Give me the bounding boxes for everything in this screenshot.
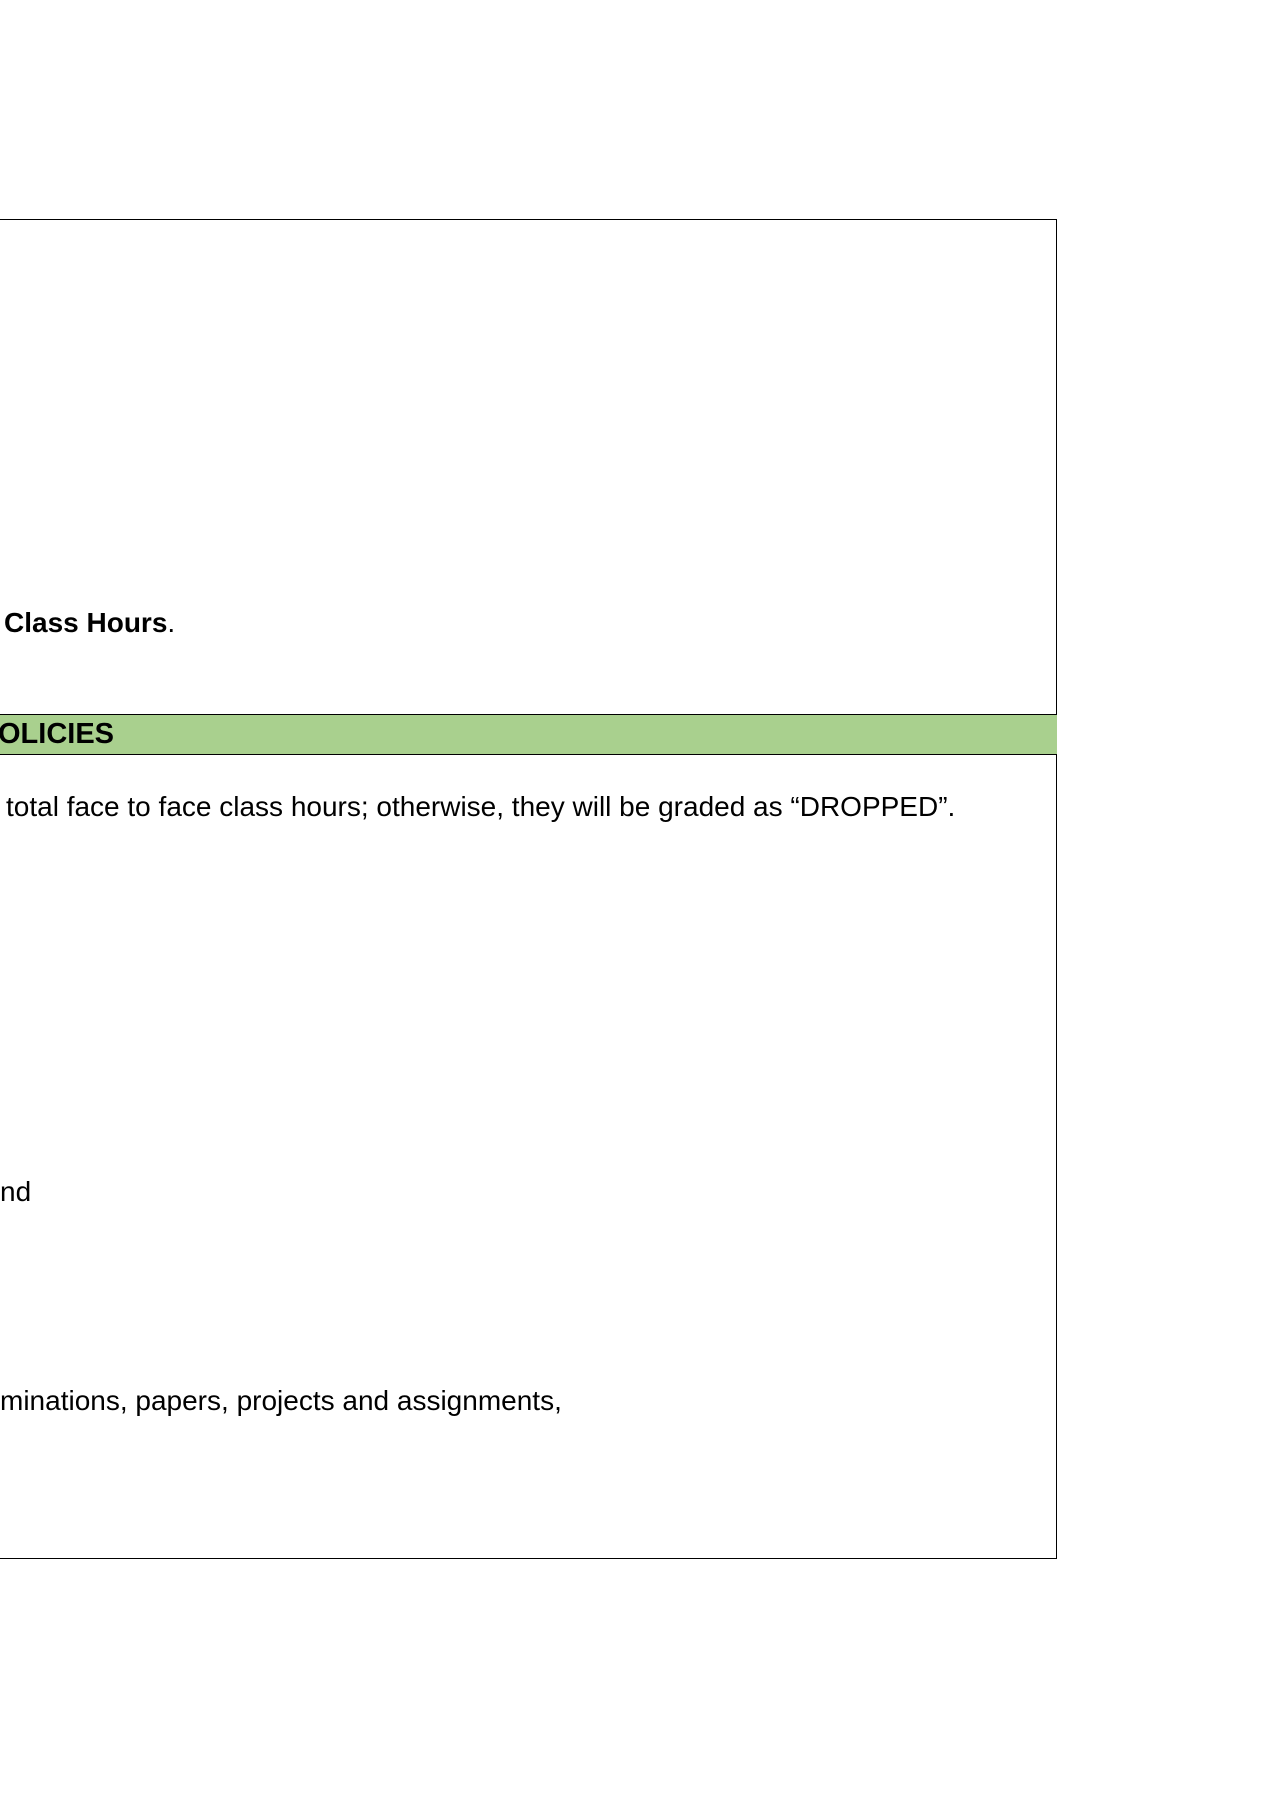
policies-section-header: OLICIES: [0, 714, 1057, 755]
policies-title: OLICIES: [0, 718, 115, 750]
attendance-policy-text: total face to face class hours; otherwis…: [6, 791, 956, 822]
class-hours-line: Class Hours.: [4, 607, 175, 639]
document-table-frame: [0, 219, 1057, 1559]
class-hours-label: Class Hours: [4, 607, 168, 638]
class-hours-period: .: [167, 607, 176, 638]
policy-fragment-and: nd: [0, 1176, 32, 1207]
policy-fragment-examinations: minations, papers, projects and assignme…: [0, 1385, 562, 1416]
